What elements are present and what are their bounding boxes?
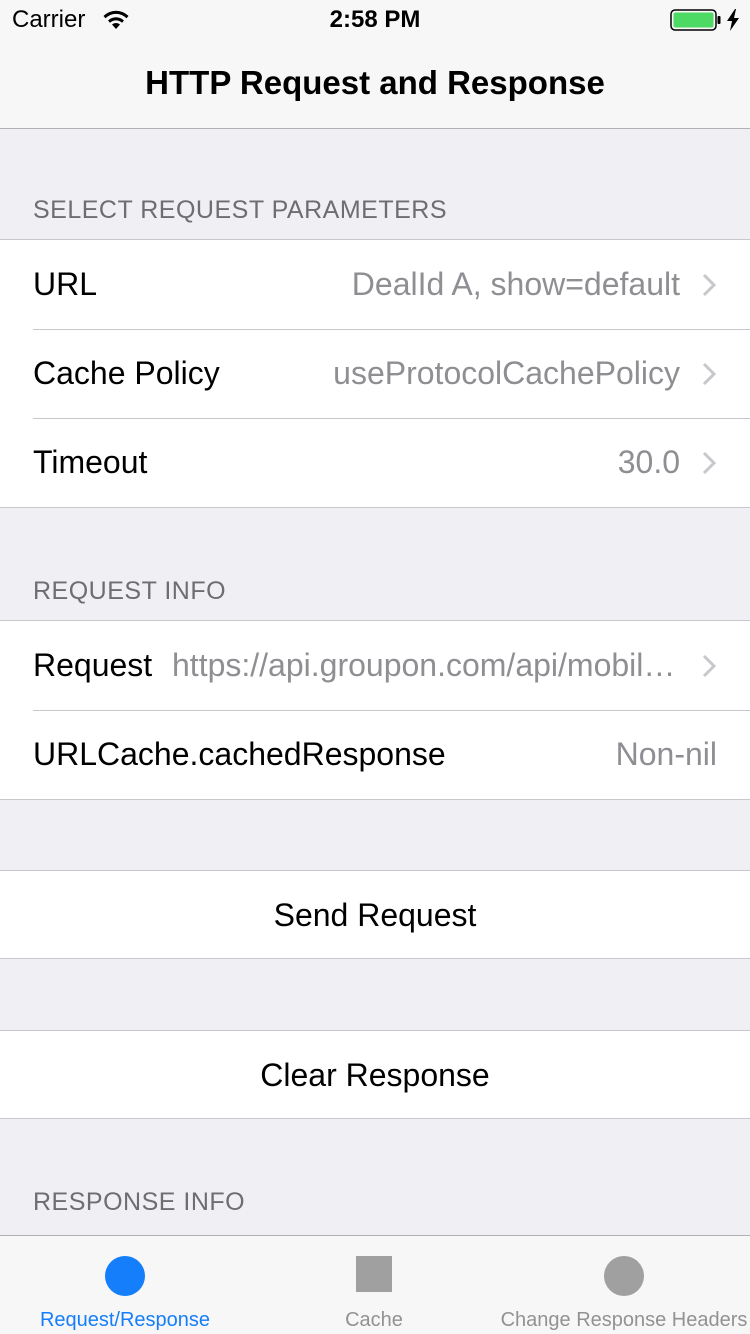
- timeout-value: 30.0: [617, 444, 680, 480]
- send-request-button[interactable]: Send Request: [0, 870, 750, 959]
- tab-label: Change Response Headers: [500, 1309, 748, 1331]
- chevron-right-icon: [702, 451, 717, 475]
- request-info-group: Request https://api.groupon.com/api/mobi…: [0, 620, 750, 800]
- clear-response-button[interactable]: Clear Response: [0, 1030, 750, 1119]
- tab-bar: Request/Response Cache Change Response H…: [0, 1235, 750, 1334]
- cached-response-row: URLCache.cachedResponse Non-nil: [0, 710, 750, 799]
- request-label: Request: [33, 647, 153, 683]
- circle-icon: [604, 1256, 644, 1296]
- cached-response-label: URLCache.cachedResponse: [33, 736, 446, 772]
- chevron-right-icon: [702, 362, 717, 386]
- cache-policy-value: useProtocolCachePolicy: [333, 355, 680, 391]
- battery-icon: [670, 9, 721, 31]
- chevron-right-icon: [702, 654, 717, 678]
- cached-response-value: Non-nil: [615, 736, 717, 772]
- charging-bolt-icon: [727, 9, 739, 31]
- status-bar: Carrier 2:58 PM: [0, 0, 750, 40]
- tab-change-response-headers[interactable]: Change Response Headers: [498, 1236, 750, 1334]
- square-icon: [356, 1256, 392, 1292]
- section-header-response-info: RESPONSE INFO: [33, 1188, 246, 1216]
- section-header-request-parameters: SELECT REQUEST PARAMETERS: [33, 196, 447, 224]
- section-header-request-info: REQUEST INFO: [33, 577, 227, 605]
- url-label: URL: [33, 266, 98, 302]
- status-time: 2:58 PM: [329, 6, 421, 33]
- url-row[interactable]: URL DealId A, show=default: [0, 240, 750, 329]
- navigation-bar: HTTP Request and Response: [0, 40, 750, 129]
- circle-icon: [105, 1256, 145, 1296]
- request-parameters-group: URL DealId A, show=default Cache Policy …: [0, 239, 750, 508]
- cache-policy-label: Cache Policy: [33, 355, 220, 391]
- chevron-right-icon: [702, 273, 717, 297]
- timeout-row[interactable]: Timeout 30.0: [0, 418, 750, 507]
- request-value: https://api.groupon.com/api/mobile/deals: [172, 647, 680, 683]
- request-row[interactable]: Request https://api.groupon.com/api/mobi…: [0, 621, 750, 710]
- page-title: HTTP Request and Response: [145, 64, 605, 101]
- url-value: DealId A, show=default: [351, 266, 680, 302]
- tab-request-response[interactable]: Request/Response: [0, 1236, 250, 1334]
- cache-policy-row[interactable]: Cache Policy useProtocolCachePolicy: [0, 329, 750, 418]
- tab-label: Request/Response: [39, 1309, 211, 1331]
- tab-label: Cache: [345, 1309, 403, 1331]
- tab-cache[interactable]: Cache: [250, 1236, 498, 1334]
- timeout-label: Timeout: [33, 444, 148, 480]
